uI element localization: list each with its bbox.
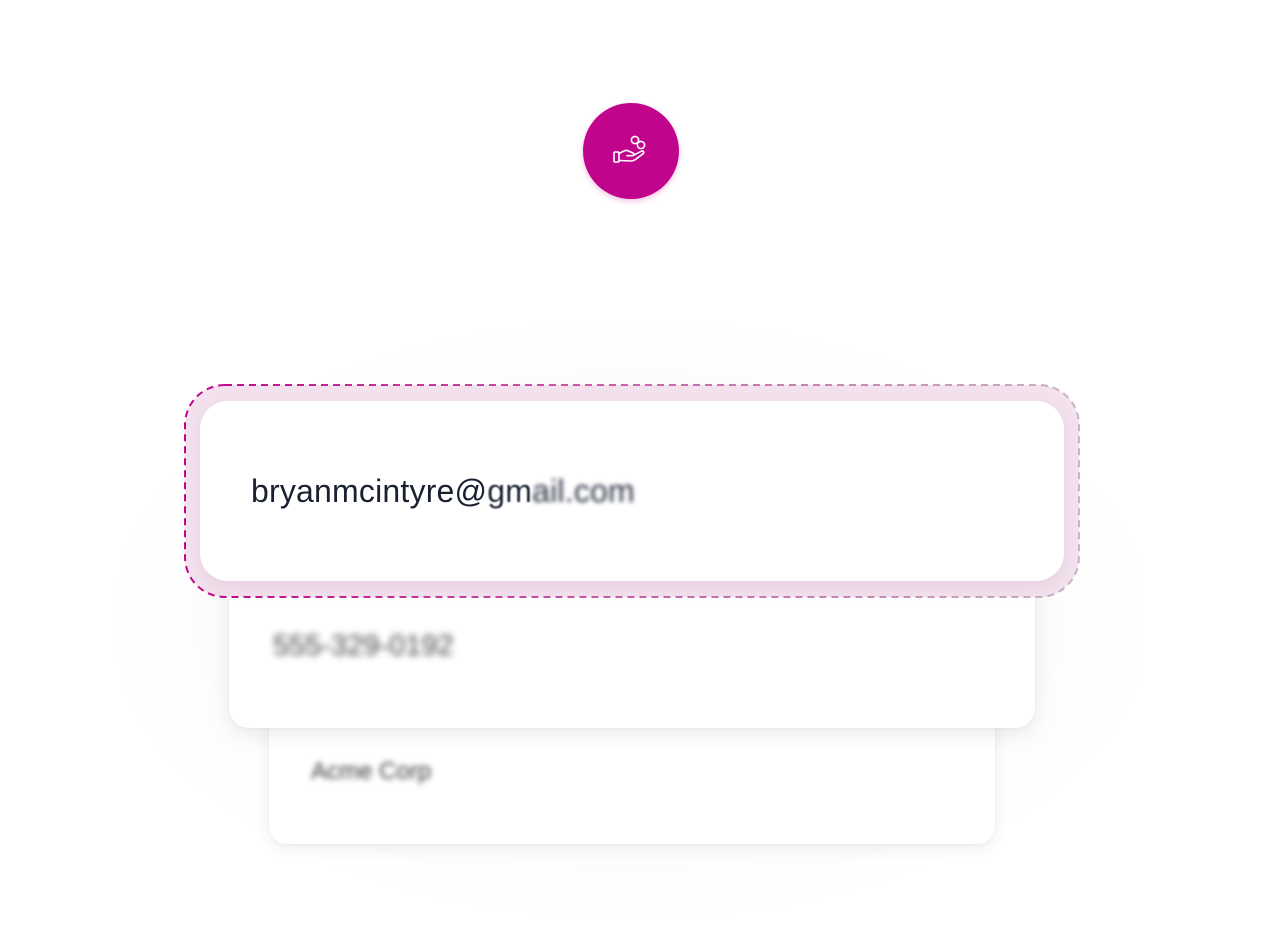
hand-coins-icon	[613, 135, 646, 163]
company-text: Acme Corp	[311, 758, 432, 785]
email-text: bryanmcintyre@gmail.com	[251, 473, 635, 510]
badge	[583, 103, 679, 199]
connector-line	[630, 199, 633, 385]
email-text-part3: ail.com	[532, 473, 635, 509]
email-card[interactable]: bryanmcintyre@gmail.com	[200, 401, 1064, 581]
email-text-part1: bryanmcintyre@	[251, 473, 488, 509]
stage: Acme Corp 555-329-0192 bryanmcintyre@gma…	[0, 0, 1264, 948]
email-text-part2: gm	[487, 473, 533, 509]
phone-text: 555-329-0192	[273, 630, 454, 662]
